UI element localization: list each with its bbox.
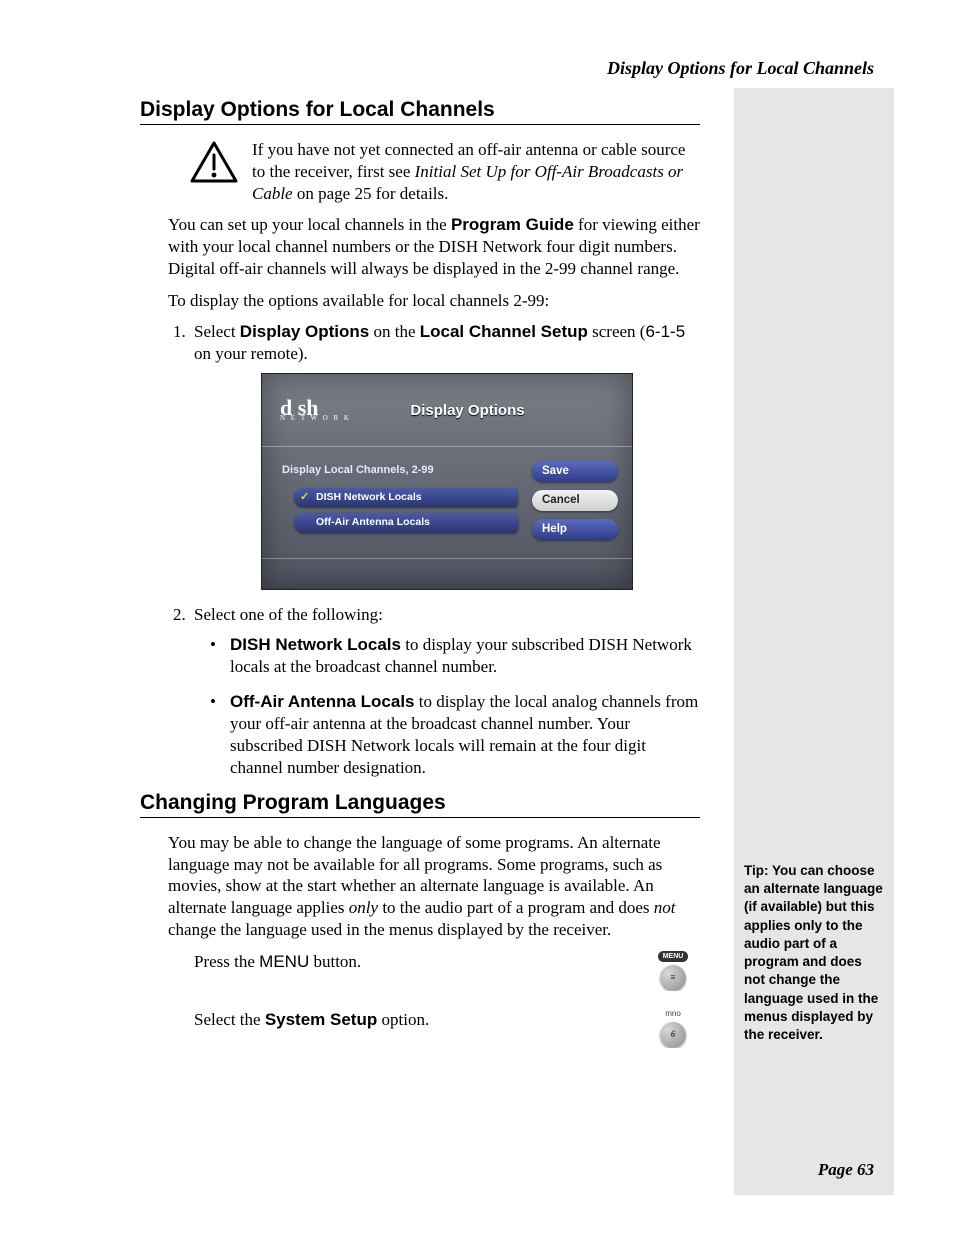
warning-text: If you have not yet connected an off-air…	[252, 139, 700, 204]
section1-title: Display Options for Local Channels	[140, 98, 700, 125]
option-dish-locals[interactable]: DISH Network Locals	[294, 488, 518, 508]
cancel-button[interactable]: Cancel	[532, 490, 618, 511]
option-offair-locals[interactable]: Off-Air Antenna Locals	[294, 513, 518, 533]
lang-step-2: mno 6 Select the System Setup option.	[190, 1009, 700, 1048]
sidebar-tip: Tip: You can choose an alternate languag…	[744, 862, 884, 1044]
six-button-icon: mno 6	[656, 1009, 690, 1048]
menu-button-icon: MENU ≡	[656, 951, 690, 991]
intro-paragraph-1: You can set up your local channels in th…	[168, 214, 700, 279]
bullet-offair-locals: Off-Air Antenna Locals to display the lo…	[210, 691, 700, 779]
option-group-label: Display Local Channels, 2-99	[282, 463, 518, 477]
lang-step-1: MENU ≡ Press the MENU button.	[190, 951, 700, 991]
ui-screenshot: d sh N E T W O R K Display Options Displ…	[261, 373, 633, 590]
warning-icon	[190, 141, 238, 190]
intro-paragraph-2: To display the options available for loc…	[168, 290, 700, 312]
section2-title: Changing Program Languages	[140, 791, 700, 818]
language-paragraph: You may be able to change the language o…	[168, 832, 700, 941]
step-2: Select one of the following:	[190, 604, 700, 626]
running-header: Display Options for Local Channels	[607, 58, 874, 79]
save-button[interactable]: Save	[532, 461, 618, 482]
bullet-dish-locals: DISH Network Locals to display your subs…	[210, 634, 700, 678]
dish-logo: d sh N E T W O R K	[280, 399, 351, 422]
screenshot-title: Display Options	[410, 401, 524, 421]
page-number: Page 63	[818, 1160, 874, 1180]
step-1: Select Display Options on the Local Chan…	[190, 321, 700, 590]
help-button[interactable]: Help	[532, 519, 618, 540]
